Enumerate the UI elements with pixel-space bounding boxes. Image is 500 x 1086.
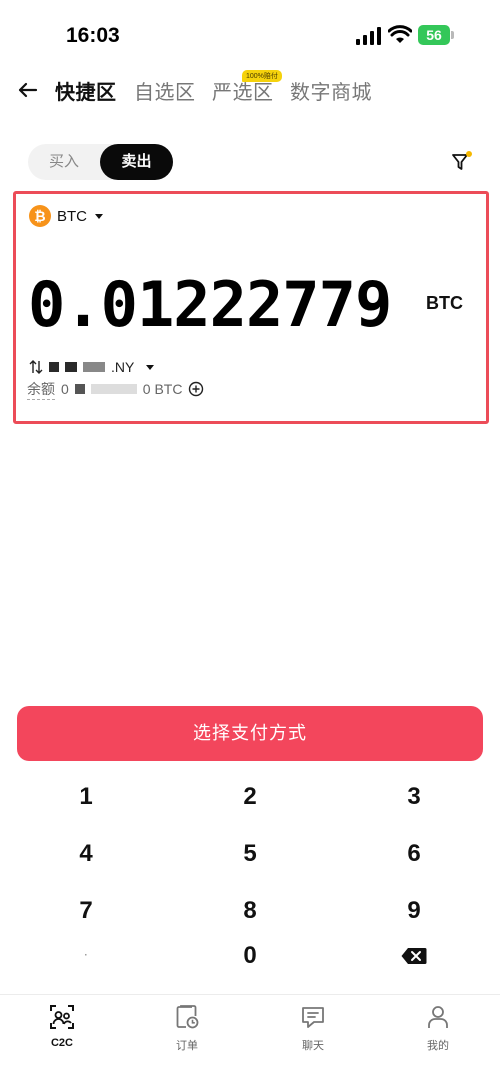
balance-row: 余额 0 0 BTC [27,379,204,400]
key-6[interactable]: 6 [334,828,494,880]
tabbar-label: 聊天 [302,1040,324,1052]
key-3[interactable]: 3 [334,771,494,823]
amount-unit: BTC [426,293,463,313]
backspace-icon [401,948,427,964]
buy-toggle[interactable]: 买入 [28,144,100,180]
masked-text [90,384,137,394]
battery-indicator: 56 [418,25,454,45]
back-arrow-icon[interactable] [14,76,42,104]
numeric-keypad: 1 2 3 4 5 6 7 8 9 · 0 [0,768,500,988]
tabbar-item-orders[interactable]: 订单 [147,1003,227,1053]
key-5[interactable]: 5 [170,828,330,880]
filter-icon[interactable] [450,150,474,174]
fiat-currency-selector[interactable]: .NY [29,357,155,377]
key-1[interactable]: 1 [6,771,166,823]
tab-digital-mall[interactable]: 数字商城 [290,76,372,105]
balance-prefix: 0 [61,381,69,397]
key-backspace[interactable] [334,930,494,982]
sell-amount-panel: ₿ BTC 0.01222779 BTC .NY 余额 0 0 BTC [13,191,489,424]
status-time: 16:03 [66,24,120,47]
masked-text [83,362,105,372]
tab-custom-zone[interactable]: 自选区 [134,76,196,105]
masked-text [74,384,85,394]
key-2[interactable]: 2 [170,771,330,823]
tab-quick-zone[interactable]: 快捷区 [55,76,117,105]
tabbar-item-profile[interactable]: 我的 [398,1003,478,1053]
chevron-down-icon [95,213,103,219]
battery-level: 56 [418,25,450,45]
tabbar-label: 订单 [176,1040,198,1052]
compensation-badge: 100%赔付 [242,70,282,82]
coin-name: BTC [57,207,87,225]
bitcoin-icon: ₿ [29,205,51,227]
tabbar-item-c2c[interactable]: C2C [22,1003,102,1049]
bottom-tab-bar: C2C 订单 聊天 我的 [0,994,500,1086]
fiat-currency: .NY [111,359,135,375]
swap-icon [29,360,43,374]
wifi-icon [388,25,412,43]
c2c-users-icon [50,1005,74,1029]
user-profile-icon [428,1006,448,1028]
status-bar: 16:03 56 [0,0,500,72]
add-balance-icon[interactable] [188,381,204,397]
tabbar-label: 我的 [427,1040,449,1052]
tabbar-item-chat[interactable]: 聊天 [273,1003,353,1053]
tabbar-label: C2C [50,1037,73,1049]
masked-text [65,362,77,372]
select-payment-method-button[interactable]: 选择支付方式 [17,706,483,761]
sell-toggle[interactable]: 卖出 [100,144,173,180]
key-0[interactable]: 0 [170,930,330,982]
chat-bubble-icon [302,1007,324,1028]
key-decimal-point[interactable]: · [6,930,166,982]
order-clock-icon [176,1005,199,1029]
amount-value[interactable]: 0.01222779 [28,276,410,334]
balance-suffix: 0 BTC [142,381,183,397]
cellular-signal-icon [356,27,381,45]
buy-sell-switch: 买入 卖出 [28,144,173,180]
chevron-down-icon [146,364,155,370]
masked-text [49,362,59,372]
coin-selector[interactable]: ₿ BTC [29,205,103,227]
top-nav: 快捷区 自选区 严选区 100%赔付 数字商城 [0,70,500,110]
battery-tip [451,31,454,39]
balance-label: 余额 [27,379,55,400]
amount-input-row[interactable]: 0.01222779 BTC [26,276,482,334]
key-4[interactable]: 4 [6,828,166,880]
